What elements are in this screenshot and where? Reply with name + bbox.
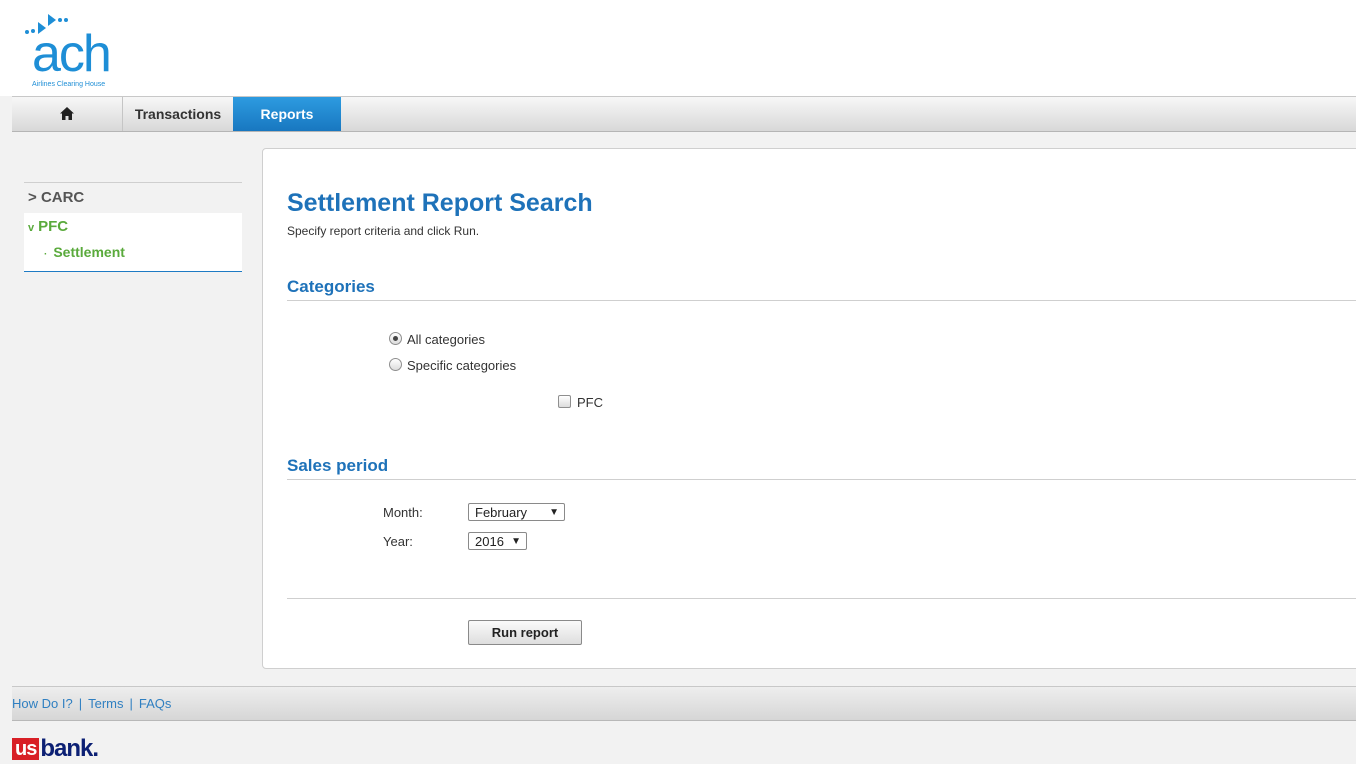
- footer-link-how-do-i[interactable]: How Do I?: [12, 696, 73, 711]
- radio-label: Specific categories: [407, 358, 517, 373]
- main-nav: Transactions Reports: [12, 96, 1356, 132]
- sidebar-item-settlement[interactable]: · Settlement: [24, 241, 242, 265]
- sidebar: > CARC v PFC · Settlement: [24, 182, 242, 272]
- footer-separator: |: [78, 696, 83, 711]
- logo-subtitle: Airlines Clearing House: [32, 81, 106, 88]
- collapsed-caret-icon: >: [28, 189, 37, 206]
- footer-links-bar: How Do I? | Terms | FAQs: [12, 686, 1356, 721]
- report-panel: Settlement Report Search Specify report …: [262, 148, 1356, 669]
- year-label: Year:: [383, 534, 413, 549]
- checkbox-pfc-row[interactable]: PFC: [558, 394, 603, 412]
- sidebar-item-label: CARC: [40, 189, 85, 206]
- sidebar-group-pfc: v PFC · Settlement: [24, 213, 242, 272]
- usbank-logo-bank: bank.: [40, 735, 99, 762]
- form-divider: [287, 598, 1356, 599]
- home-icon: [60, 107, 74, 120]
- radio-all-categories-row[interactable]: All categories: [389, 331, 485, 349]
- radio-label: All categories: [407, 332, 486, 347]
- month-label: Month:: [383, 505, 423, 520]
- checkbox-label: PFC: [577, 395, 603, 410]
- dropdown-arrow-icon: ▼: [511, 536, 521, 547]
- run-report-button[interactable]: Run report: [468, 620, 582, 645]
- page-title: Settlement Report Search: [287, 189, 593, 217]
- year-value: 2016: [475, 534, 504, 549]
- ach-logo[interactable]: ach Airlines Clearing House: [22, 12, 172, 92]
- logo-text: ach: [32, 25, 112, 83]
- footer-link-terms[interactable]: Terms: [88, 696, 123, 711]
- usbank-logo: us bank.: [12, 735, 99, 764]
- month-value: February: [475, 505, 528, 520]
- radio-specific-categories[interactable]: [389, 358, 402, 371]
- bullet-icon: ·: [44, 249, 48, 260]
- categories-heading: Categories: [287, 277, 1356, 301]
- nav-transactions[interactable]: Transactions: [123, 97, 234, 131]
- checkbox-pfc[interactable]: [558, 395, 571, 408]
- sidebar-item-label: PFC: [38, 218, 69, 235]
- sales-period-heading: Sales period: [287, 456, 1356, 480]
- sidebar-item-pfc[interactable]: v PFC: [24, 213, 242, 241]
- footer-link-faqs[interactable]: FAQs: [139, 696, 172, 711]
- header: ach Airlines Clearing House: [0, 0, 1356, 96]
- month-select[interactable]: February ▼: [468, 503, 565, 521]
- radio-specific-categories-row[interactable]: Specific categories: [389, 357, 516, 375]
- radio-all-categories[interactable]: [389, 332, 402, 345]
- sidebar-item-label: Settlement: [53, 244, 125, 260]
- usbank-logo-us: us: [12, 738, 40, 760]
- dropdown-arrow-icon: ▼: [549, 507, 559, 518]
- footer-separator: |: [129, 696, 133, 711]
- page-subtitle: Specify report criteria and click Run.: [287, 224, 480, 238]
- nav-home[interactable]: [12, 97, 123, 131]
- sidebar-item-carc[interactable]: > CARC: [24, 183, 242, 213]
- expanded-caret-icon: v: [28, 222, 35, 234]
- nav-reports[interactable]: Reports: [233, 97, 341, 131]
- year-select[interactable]: 2016 ▼: [468, 532, 527, 550]
